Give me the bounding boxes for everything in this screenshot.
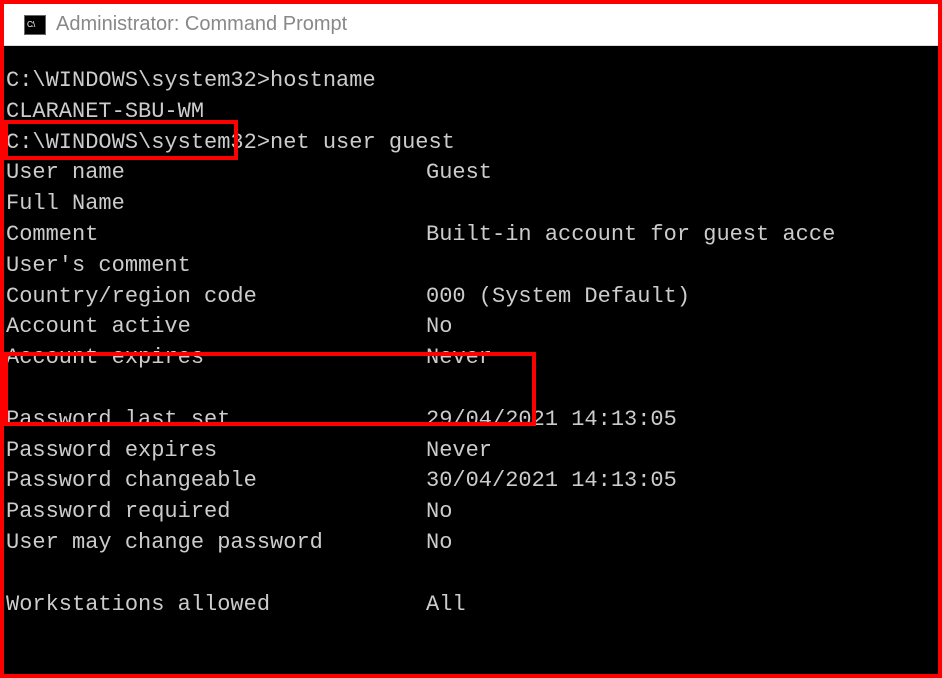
field-value: No	[426, 528, 452, 559]
row-account-expires: Account expires Never	[4, 343, 938, 374]
row-country-region: Country/region code 000 (System Default)	[4, 282, 938, 313]
field-label: User may change password	[6, 528, 426, 559]
field-label: Account expires	[6, 343, 426, 374]
field-label: Country/region code	[6, 282, 426, 313]
field-value: 29/04/2021 14:13:05	[426, 405, 677, 436]
field-value: Never	[426, 436, 492, 467]
title-bar[interactable]: C:\ Administrator: Command Prompt	[4, 4, 938, 46]
row-password-expires: Password expires Never	[4, 436, 938, 467]
field-value: No	[426, 497, 452, 528]
field-value: 000 (System Default)	[426, 282, 690, 313]
row-password-required: Password required No	[4, 497, 938, 528]
row-account-active: Account active No	[4, 312, 938, 343]
row-workstations-allowed: Workstations allowed All	[4, 590, 938, 621]
field-label: User name	[6, 158, 426, 189]
row-password-last-set: Password last set 29/04/2021 14:13:05	[4, 405, 938, 436]
field-label: User's comment	[6, 251, 426, 282]
field-value: Never	[426, 343, 492, 374]
field-label: Password required	[6, 497, 426, 528]
field-label: Password expires	[6, 436, 426, 467]
field-label: Password changeable	[6, 466, 426, 497]
field-label: Workstations allowed	[6, 590, 426, 621]
row-users-comment: User's comment	[4, 251, 938, 282]
row-fullname: Full Name	[4, 189, 938, 220]
blank-line	[4, 559, 938, 590]
row-username: User name Guest	[4, 158, 938, 189]
row-comment: Comment Built-in account for guest acce	[4, 220, 938, 251]
field-value: No	[426, 312, 452, 343]
prompt-line-hostname: C:\WINDOWS\system32>hostname	[4, 66, 938, 97]
field-label: Comment	[6, 220, 426, 251]
cmd-icon-text: C:\	[27, 20, 34, 29]
field-value: All	[426, 590, 466, 621]
field-label: Account active	[6, 312, 426, 343]
terminal-output[interactable]: C:\WINDOWS\system32>hostname CLARANET-SB…	[4, 46, 938, 674]
field-value: Guest	[426, 158, 492, 189]
cmd-icon: C:\	[24, 15, 46, 35]
blank-line	[4, 374, 938, 405]
window-frame: C:\ Administrator: Command Prompt C:\WIN…	[0, 0, 942, 678]
row-password-changeable: Password changeable 30/04/2021 14:13:05	[4, 466, 938, 497]
field-value: 30/04/2021 14:13:05	[426, 466, 677, 497]
hostname-output: CLARANET-SBU-WM	[4, 97, 938, 128]
field-label: Full Name	[6, 189, 426, 220]
field-value: Built-in account for guest acce	[426, 220, 835, 251]
row-user-may-change-password: User may change password No	[4, 528, 938, 559]
window-title: Administrator: Command Prompt	[56, 13, 347, 36]
prompt-line-netuser: C:\WINDOWS\system32>net user guest	[4, 128, 938, 159]
field-label: Password last set	[6, 405, 426, 436]
